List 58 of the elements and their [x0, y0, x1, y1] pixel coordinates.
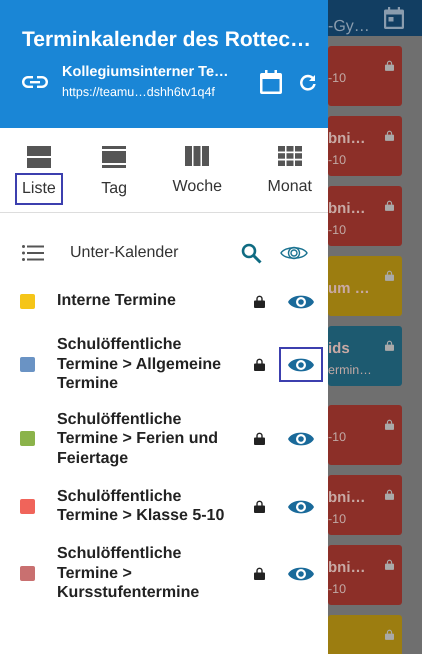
event-subtitle: -10: [328, 582, 348, 596]
search-icon[interactable]: [241, 242, 262, 264]
event-title: um …: [328, 280, 370, 296]
eye-icon[interactable]: [287, 292, 315, 310]
event-title: bni…: [328, 488, 366, 506]
day-view-icon: [102, 146, 126, 168]
subcalendar-name[interactable]: Interne Termine: [57, 291, 237, 311]
subcalendar-name[interactable]: Schulöffentliche Termine > Kursstufentermine: [57, 544, 237, 602]
event-card[interactable]: ids ermin…: [328, 326, 402, 386]
link-icon: [22, 74, 48, 88]
event-card[interactable]: -10: [328, 405, 402, 465]
subcalendar-name[interactable]: Schulöffentliche Termine > Allgemeine Termine: [57, 335, 237, 394]
list-view-icon: [26, 146, 51, 168]
lock-icon: [385, 270, 394, 281]
subcalendar-name[interactable]: Schulöffentliche Termine > Ferien und Feiertage: [57, 410, 237, 468]
event-title: ids: [328, 340, 351, 356]
event-card[interactable]: bni… -10: [328, 186, 402, 246]
view-tab[interactable]: Monat: [260, 144, 320, 204]
subcalendar-name[interactable]: Schulöffentliche Termine > Klasse 5-10: [57, 486, 237, 526]
eye-icon[interactable]: [287, 356, 315, 374]
event-title: bni…: [328, 558, 366, 576]
event-subtitle: ermin…: [328, 362, 372, 376]
eye-icon[interactable]: [287, 430, 315, 448]
event-subtitle: -10: [328, 152, 348, 166]
eye-icon[interactable]: [280, 244, 308, 262]
calendar-icon[interactable]: [260, 70, 282, 94]
week-view-icon: [185, 146, 210, 166]
lock-icon: [385, 200, 394, 211]
app-title: -Gy…: [328, 18, 370, 36]
calendar-icon[interactable]: [384, 7, 404, 29]
eye-icon[interactable]: [287, 498, 315, 516]
eye-icon[interactable]: [287, 564, 315, 583]
view-tab[interactable]: Woche: [164, 144, 230, 204]
event-subtitle: -10: [328, 71, 346, 85]
lock-icon: [385, 629, 394, 640]
lock-icon: [385, 489, 394, 500]
event-title: bni…: [328, 130, 366, 146]
calendar-title: Terminkalender des Rottec…: [22, 28, 312, 52]
event-subtitle: -10: [328, 222, 348, 236]
calendar-name: Kollegiumsinterner Te…: [62, 64, 230, 80]
calendar-url: https://teamu…dshh6tv1q4f: [62, 85, 216, 99]
event-title: bni…: [328, 200, 366, 216]
lock-icon: [385, 60, 394, 71]
event-subtitle: -10: [328, 512, 348, 526]
event-card[interactable]: bni… -10: [328, 475, 402, 535]
view-tab[interactable]: Tag: [93, 144, 136, 204]
event-subtitle: -10: [328, 430, 346, 444]
event-card[interactable]: bni… -10: [328, 545, 402, 605]
lock-icon: [385, 559, 394, 570]
view-tab[interactable]: Liste: [14, 144, 64, 204]
subcalendars-heading: Unter-Kalender: [70, 244, 180, 262]
lock-icon: [385, 340, 394, 351]
list-icon[interactable]: [22, 245, 44, 261]
lock-icon: [385, 419, 394, 430]
event-card[interactable]: bni… -10: [328, 116, 402, 176]
lock-icon: [385, 130, 394, 141]
event-card[interactable]: -10: [328, 46, 402, 106]
month-view-icon: [278, 146, 302, 166]
